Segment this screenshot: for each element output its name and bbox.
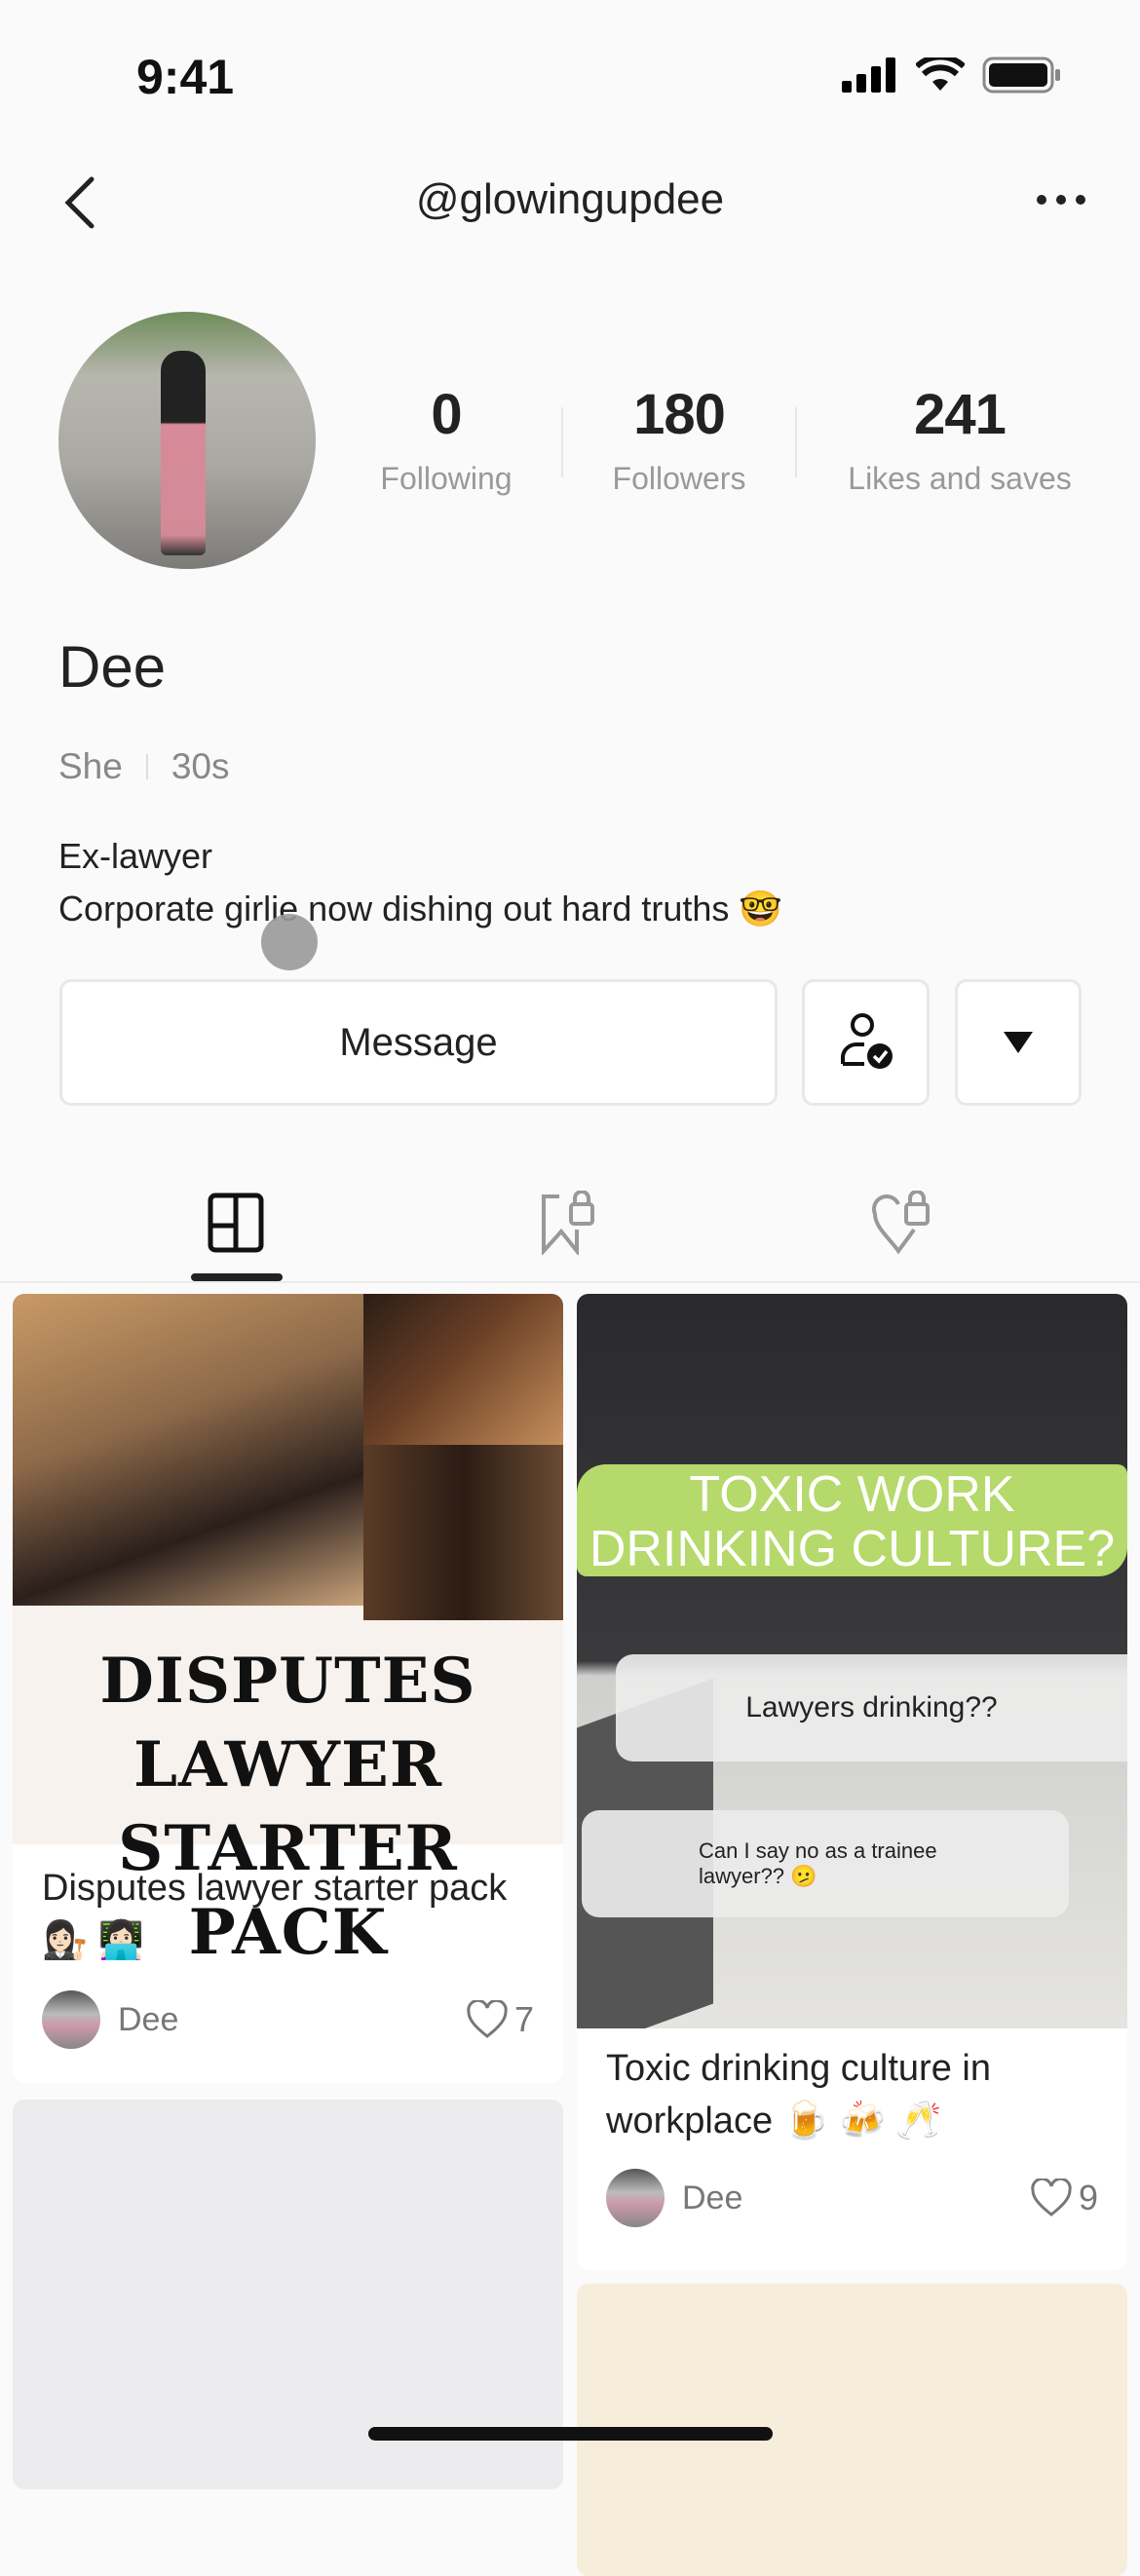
signal-icon: [842, 57, 895, 93]
author-name: Dee: [118, 2000, 179, 2038]
stat-likes-saves[interactable]: 241 Likes and saves: [818, 382, 1101, 497]
cover-bubble: Lawyers drinking??: [616, 1654, 1127, 1762]
profile-tags: She 30s: [58, 746, 230, 787]
dot-icon: [1076, 195, 1085, 205]
like-button[interactable]: 9: [1030, 2178, 1098, 2218]
heart-icon: [1031, 2178, 1072, 2216]
post-cover-image: DISPUTES LAWYER STARTER PACK: [13, 1294, 563, 1969]
bio-line: Corporate girlie now dishing out hard tr…: [58, 889, 783, 928]
tab-liked[interactable]: [863, 1184, 941, 1262]
stat-divider: [795, 407, 797, 477]
heart-icon: [467, 2000, 508, 2038]
status-time: 9:41: [136, 50, 235, 104]
tag-divider: [145, 754, 148, 779]
stat-value: 241: [914, 383, 1007, 446]
battery-icon: [982, 57, 1060, 94]
following-status-button[interactable]: [802, 979, 930, 1106]
profile-name: Dee: [58, 634, 167, 700]
stat-following[interactable]: 0 Following: [320, 382, 573, 497]
age-tag: 30s: [171, 746, 230, 786]
cover-headline: DRINKING CULTURE?: [589, 1521, 1116, 1577]
stat-followers[interactable]: 180 Followers: [552, 382, 806, 497]
wifi-icon: [916, 57, 965, 91]
more-options-button[interactable]: [1037, 195, 1085, 205]
tab-collections[interactable]: [530, 1184, 608, 1262]
post-card[interactable]: TOXIC WORK DRINKING CULTURE? Lawyers dri…: [577, 1294, 1127, 2270]
dot-icon: [1056, 195, 1066, 205]
dropdown-button[interactable]: [955, 979, 1082, 1106]
cover-text: DISPUTES LAWYER: [99, 1645, 476, 1801]
tab-notes[interactable]: [197, 1184, 275, 1262]
author-name: Dee: [682, 2178, 743, 2216]
caret-down-icon: [1004, 1032, 1033, 1053]
user-check-icon: [840, 1013, 893, 1069]
touch-indicator: [261, 914, 318, 970]
home-indicator[interactable]: [368, 2427, 773, 2441]
tabs-divider: [0, 1281, 1140, 1283]
cover-headline: TOXIC WORK: [689, 1466, 1015, 1523]
stat-label: Following: [380, 461, 513, 496]
profile-bio: Ex-lawyer Corporate girlie now dishing o…: [58, 830, 782, 935]
message-button[interactable]: Message: [59, 979, 778, 1106]
notes-grid-icon: [208, 1193, 264, 1253]
cover-bubble: Can I say no as a trainee lawyer?? 🫤: [582, 1810, 1069, 1917]
post-title: Toxic drinking culture in workplace 🍺 🍻 …: [606, 2048, 991, 2141]
header-username: @glowingupdee: [415, 175, 725, 223]
stat-label: Likes and saves: [848, 461, 1072, 496]
bio-line: Ex-lawyer: [58, 836, 213, 876]
like-count: 9: [1078, 2178, 1098, 2217]
post-card[interactable]: DISPUTES LAWYER STARTER PACK Disputes la…: [13, 1294, 563, 2083]
post-cover-image: TOXIC WORK DRINKING CULTURE? Lawyers dri…: [577, 1294, 1127, 2028]
pronoun-tag: She: [58, 746, 123, 786]
author-avatar: [606, 2169, 665, 2227]
profile-avatar[interactable]: [58, 312, 316, 569]
status-icons: [842, 57, 1062, 94]
author-avatar: [42, 1990, 100, 2049]
bookmark-lock-icon: [542, 1191, 594, 1255]
heart-lock-icon: [872, 1191, 930, 1255]
stat-label: Followers: [612, 461, 746, 496]
post-author-row: Dee 7: [13, 1990, 563, 2049]
stat-value: 180: [633, 383, 726, 446]
dot-icon: [1037, 195, 1046, 205]
post-author-row: Dee 9: [577, 2169, 1127, 2227]
stat-value: 0: [431, 383, 462, 446]
like-count: 7: [513, 1999, 534, 2039]
cover-text: STARTER PACK: [118, 1812, 458, 1969]
like-button[interactable]: 7: [466, 1999, 534, 2040]
active-tab-indicator: [191, 1273, 283, 1281]
